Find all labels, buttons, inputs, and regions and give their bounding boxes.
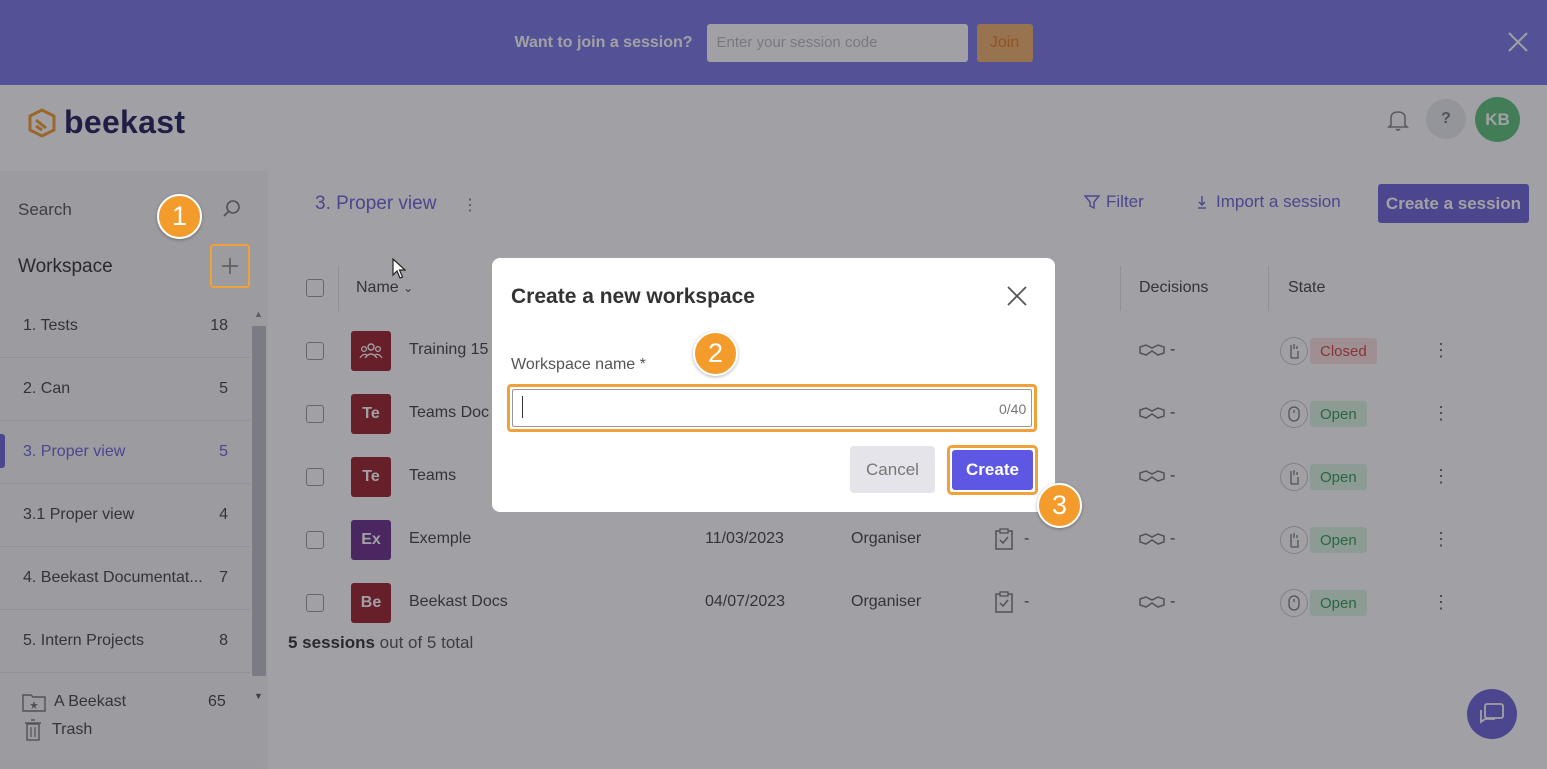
add-workspace-highlight[interactable] (210, 244, 250, 288)
text-caret (522, 396, 523, 418)
cancel-button[interactable]: Cancel (850, 446, 935, 493)
create-button-highlight: Create (947, 445, 1038, 495)
close-icon[interactable] (1006, 285, 1028, 307)
workspace-name-label: Workspace name * (511, 356, 646, 373)
workspace-name-field-highlight: 0/40 (507, 384, 1037, 432)
workspace-name-input[interactable] (512, 389, 1032, 427)
step-marker-1: 1 (157, 194, 202, 239)
dialog-title: Create a new workspace (511, 285, 755, 308)
step-marker-2: 2 (693, 331, 738, 376)
mouse-cursor-icon (392, 258, 406, 279)
create-workspace-dialog: Create a new workspace Workspace name * … (492, 258, 1055, 512)
create-button[interactable]: Create (952, 450, 1033, 490)
char-counter: 0/40 (999, 401, 1027, 417)
step-marker-3: 3 (1037, 483, 1082, 528)
